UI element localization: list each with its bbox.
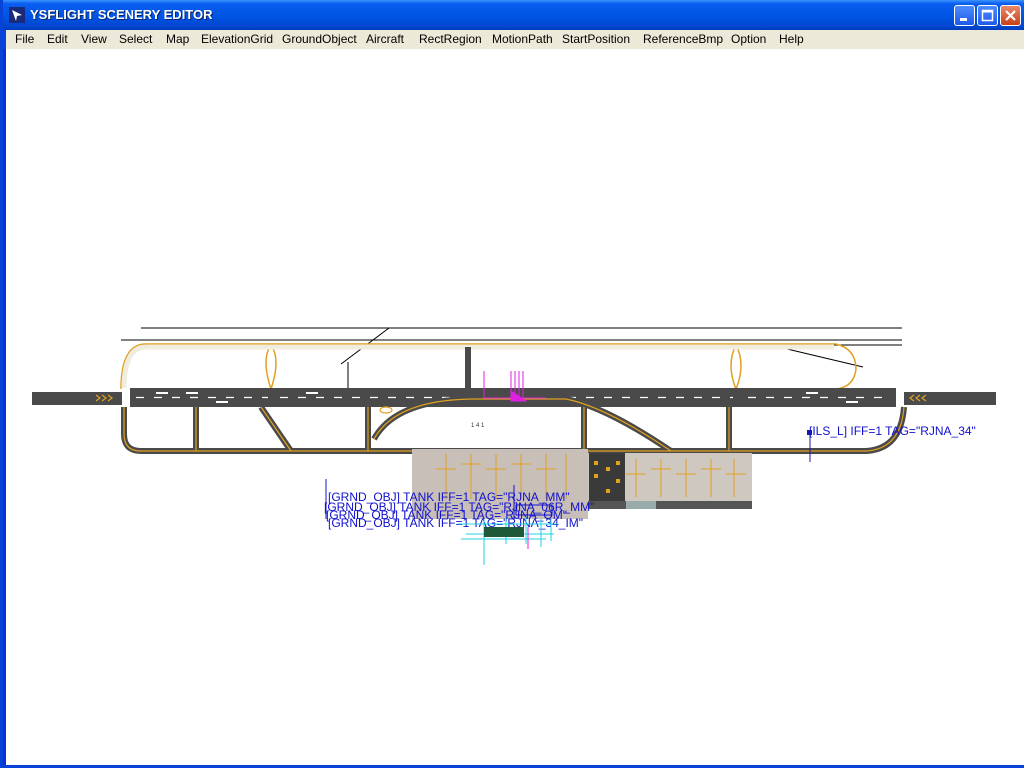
tank-object	[484, 527, 524, 537]
title-bar[interactable]: YSFLIGHT SCENERY EDITOR	[3, 0, 1024, 30]
terminal-annex	[626, 501, 656, 509]
airport-map[interactable]: 1 4 1 [ILS_L] IFF=1 TAG="RJNA_34" [GRND_…	[6, 49, 1024, 765]
runway-overrun-west	[32, 392, 122, 405]
runway-overrun-east	[904, 392, 996, 405]
cluster-label-4: [GRND_OBJ] TANK IFF=1 TAG="RJNA_34_IM"	[328, 516, 583, 530]
north-taxiway	[120, 343, 857, 390]
maximize-button[interactable]	[977, 5, 998, 26]
menu-map[interactable]: Map	[166, 32, 189, 46]
menu-option[interactable]: Option	[731, 32, 766, 46]
north-taxiway-surface	[121, 344, 834, 390]
runway-threshold-west	[122, 388, 130, 407]
menu-groundobject[interactable]: GroundObject	[282, 32, 357, 46]
runway-marking: 1 4 1	[471, 423, 485, 429]
minimize-icon	[960, 18, 967, 21]
ground-object-cluster[interactable]: [GRND_OBJ] TANK IFF=1 TAG="RJNA_MM" [GRN…	[324, 479, 594, 565]
close-icon	[1005, 10, 1016, 21]
menu-edit[interactable]: Edit	[47, 32, 68, 46]
menu-motionpath[interactable]: MotionPath	[492, 32, 553, 46]
menu-referencebmp[interactable]: ReferenceBmp	[643, 32, 723, 46]
app-icon	[9, 7, 25, 23]
app-window: YSFLIGHT SCENERY EDITOR File Edit View S…	[0, 0, 1024, 768]
menu-rectregion[interactable]: RectRegion	[419, 32, 482, 46]
menu-elevationgrid[interactable]: ElevationGrid	[201, 32, 273, 46]
menu-aircraft[interactable]: Aircraft	[366, 32, 404, 46]
minimize-button[interactable]	[954, 5, 975, 26]
maximize-icon	[981, 9, 994, 22]
runway-threshold-east	[896, 388, 904, 407]
terminal-road	[588, 501, 752, 509]
menu-bar: File Edit View Select Map ElevationGrid …	[3, 30, 1024, 49]
menu-file[interactable]: File	[15, 32, 34, 46]
cyan-markers	[458, 517, 558, 565]
ils-label: [ILS_L] IFF=1 TAG="RJNA_34"	[809, 424, 976, 438]
menu-help[interactable]: Help	[779, 32, 804, 46]
menu-startposition[interactable]: StartPosition	[562, 32, 630, 46]
close-button[interactable]	[1000, 5, 1021, 26]
menu-select[interactable]: Select	[119, 32, 152, 46]
menu-view[interactable]: View	[81, 32, 107, 46]
map-canvas[interactable]: 1 4 1 [ILS_L] IFF=1 TAG="RJNA_34" [GRND_…	[6, 49, 1024, 765]
window-title: YSFLIGHT SCENERY EDITOR	[30, 7, 213, 22]
